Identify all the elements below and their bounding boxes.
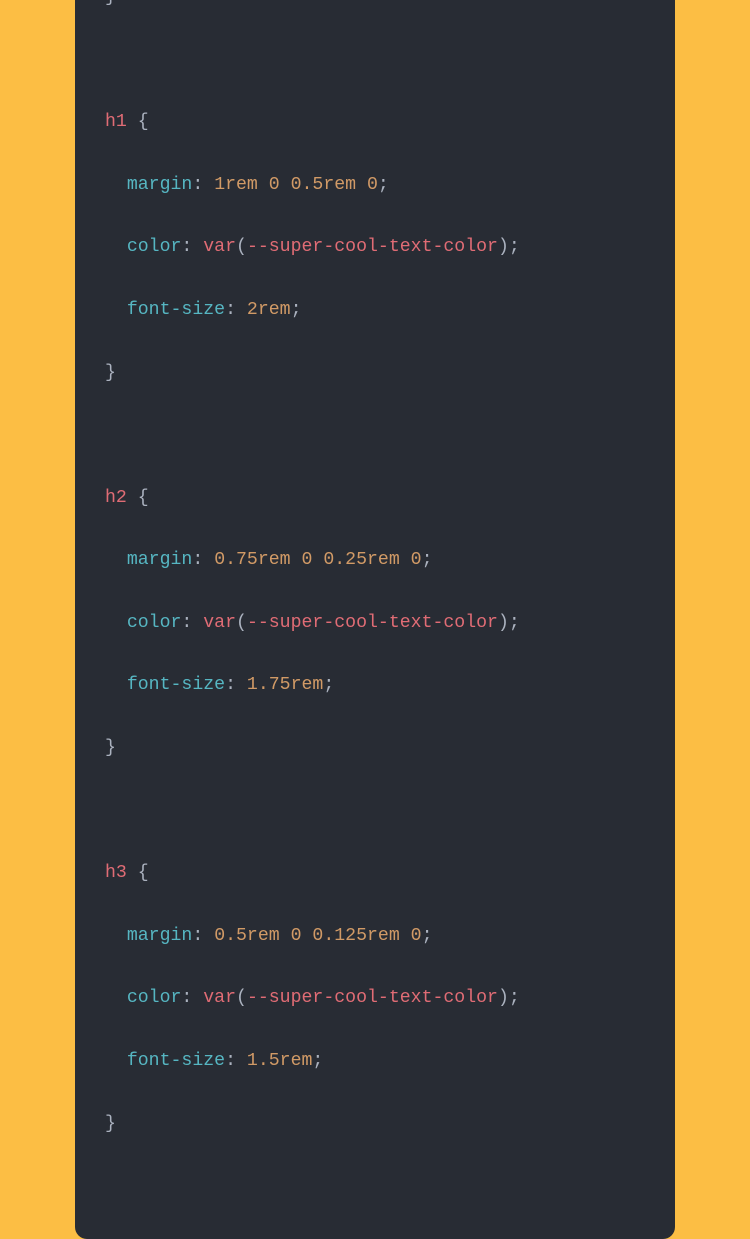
space	[236, 1051, 247, 1071]
colon: :	[192, 926, 203, 946]
var-keyword: var	[203, 988, 236, 1008]
open-brace: {	[138, 863, 149, 883]
code-line: }	[105, 358, 645, 389]
code-line: color: var(--super-cool-text-color);	[105, 232, 645, 263]
space	[236, 675, 247, 695]
css-prop: margin	[127, 175, 193, 195]
css-value: 0.5rem 0 0.125rem 0	[214, 926, 421, 946]
rparen: )	[498, 613, 509, 633]
indent	[105, 170, 127, 201]
selector-h1: h1	[105, 112, 127, 132]
space	[203, 926, 214, 946]
space	[127, 112, 138, 132]
indent	[105, 670, 127, 701]
colon: :	[181, 613, 192, 633]
semicolon: ;	[509, 237, 520, 257]
space	[192, 237, 203, 257]
code-line: h1 {	[105, 107, 645, 138]
semicolon: ;	[323, 675, 334, 695]
code-line: margin: 0.5rem 0 0.125rem 0;	[105, 921, 645, 952]
semicolon: ;	[291, 300, 302, 320]
code-window: :root { --super-cool-text-color: blue; }…	[75, 0, 675, 1239]
code-block: :root { --super-cool-text-color: blue; }…	[75, 0, 675, 1239]
close-brace: }	[105, 738, 116, 758]
colon: :	[181, 988, 192, 1008]
blank-line	[105, 796, 645, 827]
code-line: font-size: 1.75rem;	[105, 670, 645, 701]
code-line: }	[105, 0, 645, 13]
css-prop: font-size	[127, 1051, 225, 1071]
indent	[105, 1046, 127, 1077]
selector-h2: h2	[105, 488, 127, 508]
var-arg: --super-cool-text-color	[247, 613, 498, 633]
code-line: font-size: 1.5rem;	[105, 1046, 645, 1077]
code-line: color: var(--super-cool-text-color);	[105, 983, 645, 1014]
close-brace: }	[105, 363, 116, 383]
space	[203, 550, 214, 570]
open-brace: {	[138, 488, 149, 508]
code-line: }	[105, 1109, 645, 1140]
space	[203, 175, 214, 195]
css-prop: color	[127, 988, 182, 1008]
space	[192, 988, 203, 1008]
close-brace: }	[105, 1114, 116, 1134]
indent	[105, 983, 127, 1014]
var-arg: --super-cool-text-color	[247, 988, 498, 1008]
css-prop: margin	[127, 926, 193, 946]
space	[192, 613, 203, 633]
code-line: }	[105, 733, 645, 764]
var-arg: --super-cool-text-color	[247, 237, 498, 257]
semicolon: ;	[422, 926, 433, 946]
code-line: margin: 0.75rem 0 0.25rem 0;	[105, 545, 645, 576]
lparen: (	[236, 988, 247, 1008]
space	[236, 300, 247, 320]
code-line: color: var(--super-cool-text-color);	[105, 608, 645, 639]
colon: :	[192, 550, 203, 570]
space	[127, 488, 138, 508]
semicolon: ;	[509, 988, 520, 1008]
lparen: (	[236, 613, 247, 633]
lparen: (	[236, 237, 247, 257]
colon: :	[225, 300, 236, 320]
space	[127, 863, 138, 883]
code-line: h3 {	[105, 858, 645, 889]
css-prop: color	[127, 613, 182, 633]
css-value: 0.75rem 0 0.25rem 0	[214, 550, 421, 570]
var-keyword: var	[203, 613, 236, 633]
css-value: 1.5rem	[247, 1051, 313, 1071]
indent	[105, 232, 127, 263]
indent	[105, 921, 127, 952]
code-line: margin: 1rem 0 0.5rem 0;	[105, 170, 645, 201]
semicolon: ;	[378, 175, 389, 195]
indent	[105, 295, 127, 326]
semicolon: ;	[422, 550, 433, 570]
css-prop: color	[127, 237, 182, 257]
selector-h3: h3	[105, 863, 127, 883]
css-prop: font-size	[127, 675, 225, 695]
css-prop: font-size	[127, 300, 225, 320]
blank-line	[105, 45, 645, 76]
indent	[105, 545, 127, 576]
colon: :	[225, 675, 236, 695]
var-keyword: var	[203, 237, 236, 257]
rparen: )	[498, 988, 509, 1008]
code-line: h2 {	[105, 483, 645, 514]
css-value: 2rem	[247, 300, 291, 320]
colon: :	[192, 175, 203, 195]
semicolon: ;	[312, 1051, 323, 1071]
open-brace: {	[138, 112, 149, 132]
blank-line	[105, 420, 645, 451]
colon: :	[225, 1051, 236, 1071]
colon: :	[181, 237, 192, 257]
close-brace: }	[105, 0, 116, 7]
semicolon: ;	[509, 613, 520, 633]
css-value: 1rem 0 0.5rem 0	[214, 175, 378, 195]
css-prop: margin	[127, 550, 193, 570]
rparen: )	[498, 237, 509, 257]
indent	[105, 608, 127, 639]
code-line: font-size: 2rem;	[105, 295, 645, 326]
css-value: 1.75rem	[247, 675, 323, 695]
